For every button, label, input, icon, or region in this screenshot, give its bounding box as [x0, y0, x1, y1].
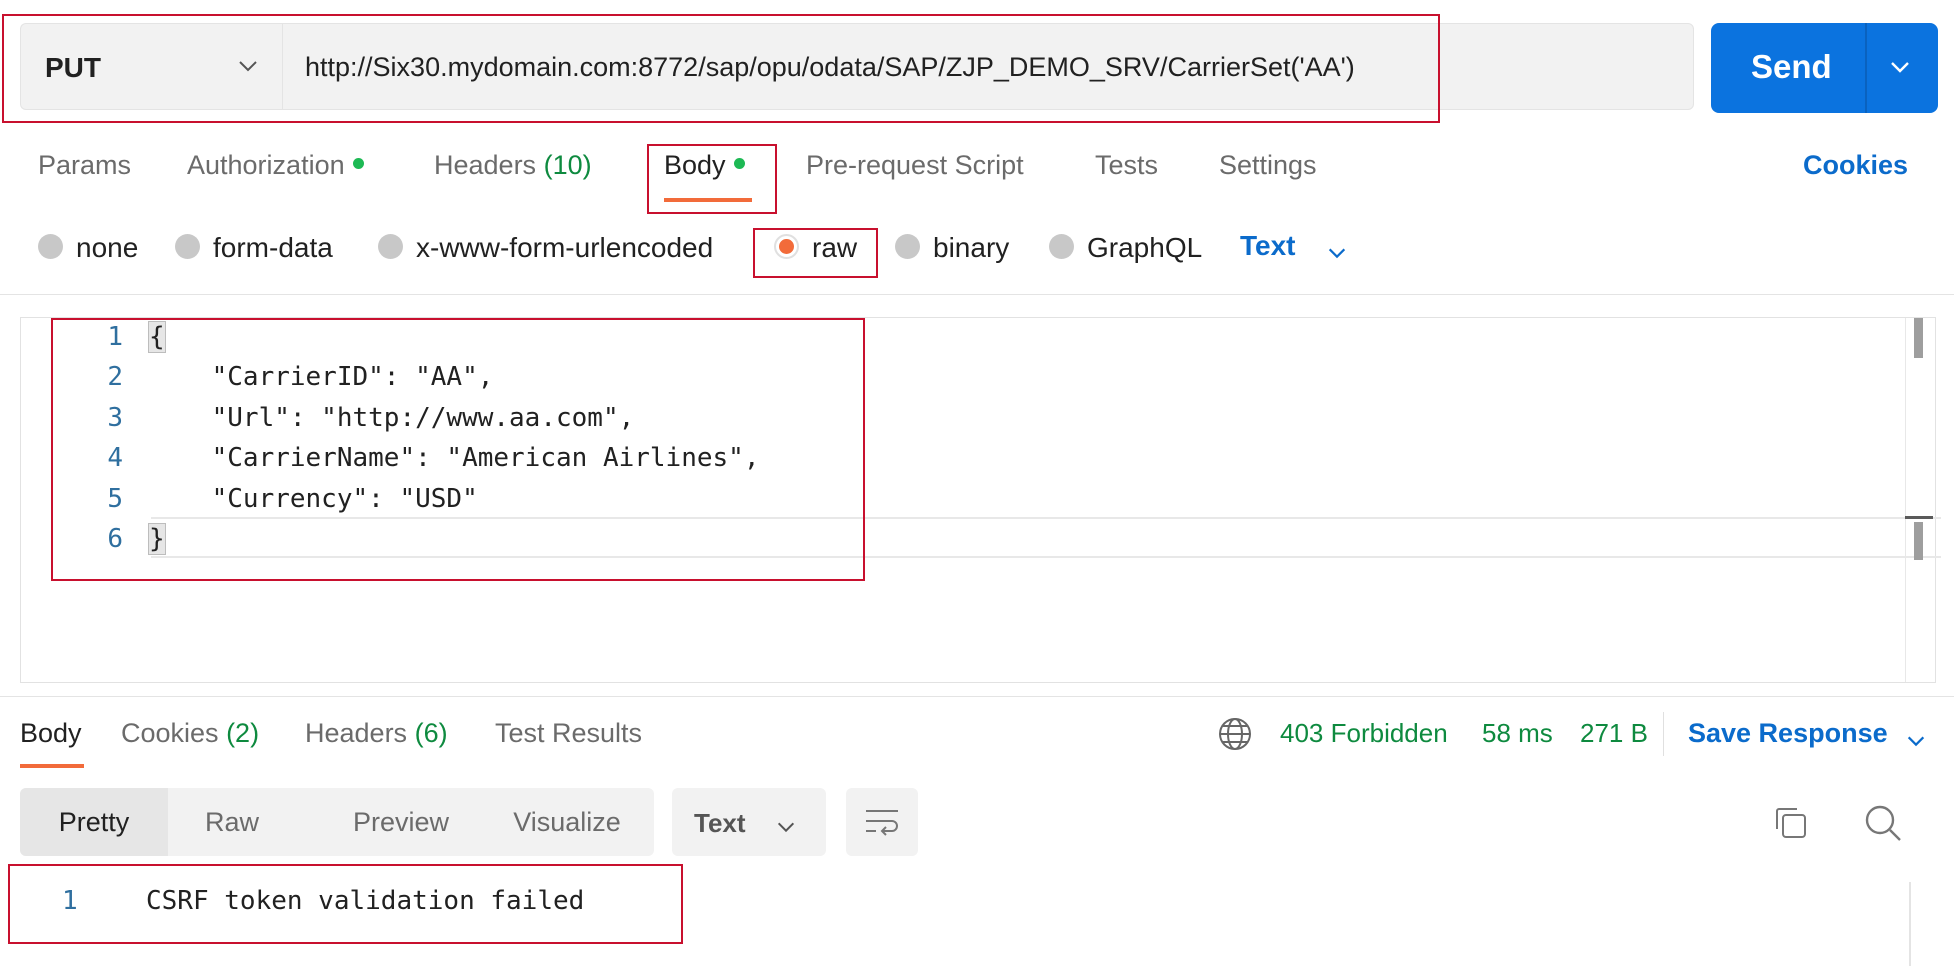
highlight-box-request: [2, 14, 1440, 123]
tab-params[interactable]: Params: [38, 150, 131, 181]
send-button[interactable]: Send: [1711, 23, 1938, 113]
radio-circle-icon: [378, 234, 403, 260]
send-divider: [1865, 23, 1867, 113]
view-raw-button[interactable]: Raw: [168, 788, 296, 856]
status-divider: [1663, 712, 1664, 756]
resp-tab-headers[interactable]: Headers (6): [305, 718, 448, 749]
tab-headers-label: Headers: [434, 150, 537, 180]
response-time[interactable]: 58 ms: [1482, 718, 1553, 749]
highlight-box-editor: [51, 318, 865, 581]
active-dot-icon: [352, 158, 364, 170]
tab-authorization[interactable]: Authorization: [187, 150, 364, 181]
editor-scrollbar-track: [1905, 318, 1906, 682]
tab-settings[interactable]: Settings: [1219, 150, 1317, 181]
radio-circle-icon: [1049, 234, 1074, 260]
resp-tab-cookies[interactable]: Cookies (2): [121, 718, 259, 749]
resp-tab-cookies-count: (2): [226, 718, 260, 748]
editor-scrollbar-thumb[interactable]: [1914, 318, 1923, 358]
response-format-label: Text: [694, 808, 746, 838]
active-tab-indicator: [20, 764, 84, 768]
wrap-lines-button[interactable]: [846, 788, 918, 856]
view-visualize-button[interactable]: Visualize: [490, 788, 644, 856]
chevron-down-icon[interactable]: [1888, 55, 1912, 84]
radio-graphql[interactable]: GraphQL: [1049, 232, 1202, 264]
save-response-button[interactable]: Save Response: [1688, 718, 1888, 749]
status-code[interactable]: 403 Forbidden: [1280, 718, 1448, 749]
chevron-down-icon[interactable]: [1905, 730, 1927, 757]
radio-urlencoded[interactable]: x-www-form-urlencoded: [378, 232, 713, 264]
highlight-box-body-tab: [647, 144, 777, 214]
response-scrollbar[interactable]: [1909, 882, 1911, 966]
highlight-box-raw: [753, 228, 878, 278]
wrap-lines-icon: [864, 806, 900, 843]
radio-circle-icon: [895, 234, 920, 260]
resp-tab-cookies-label: Cookies: [121, 718, 219, 748]
search-icon[interactable]: [1863, 803, 1903, 848]
response-format-dropdown[interactable]: Text: [672, 788, 826, 856]
view-preview-button[interactable]: Preview: [320, 788, 482, 856]
resp-tab-headers-count: (6): [414, 718, 448, 748]
tab-authorization-label: Authorization: [187, 150, 345, 180]
radio-none[interactable]: none: [38, 232, 138, 264]
radio-form-data[interactable]: form-data: [175, 232, 333, 264]
section-divider: [0, 696, 1954, 697]
send-label: Send: [1751, 48, 1832, 85]
chevron-down-icon: [775, 816, 797, 843]
radio-none-label: none: [76, 232, 139, 263]
radio-binary[interactable]: binary: [895, 232, 1009, 264]
radio-circle-icon: [38, 234, 63, 260]
cursor-marker: [1905, 516, 1933, 519]
resp-tab-headers-label: Headers: [305, 718, 408, 748]
cursor-marker: [1914, 522, 1923, 560]
radio-urlencoded-label: x-www-form-urlencoded: [416, 232, 714, 263]
tab-headers-count: (10): [543, 150, 592, 180]
radio-circle-icon: [175, 234, 200, 260]
body-format-dropdown[interactable]: Text: [1240, 230, 1296, 262]
tab-pre-request-script[interactable]: Pre-request Script: [806, 150, 1024, 181]
radio-form-data-label: form-data: [213, 232, 333, 263]
resp-tab-test-results[interactable]: Test Results: [495, 718, 642, 749]
highlight-box-response: [8, 864, 683, 944]
resp-tab-body[interactable]: Body: [20, 718, 82, 749]
response-size[interactable]: 271 B: [1580, 718, 1648, 749]
section-divider: [0, 294, 1954, 295]
copy-icon[interactable]: [1773, 805, 1809, 846]
radio-graphql-label: GraphQL: [1087, 232, 1203, 263]
globe-icon[interactable]: [1217, 716, 1253, 757]
view-mode-segment: Pretty Raw Preview Visualize: [20, 788, 654, 856]
view-pretty-button[interactable]: Pretty: [20, 788, 168, 856]
tab-tests[interactable]: Tests: [1095, 150, 1158, 181]
cookies-link[interactable]: Cookies: [1803, 150, 1908, 181]
chevron-down-icon[interactable]: [1326, 242, 1348, 269]
radio-binary-label: binary: [933, 232, 1010, 263]
tab-headers[interactable]: Headers (10): [434, 150, 592, 181]
